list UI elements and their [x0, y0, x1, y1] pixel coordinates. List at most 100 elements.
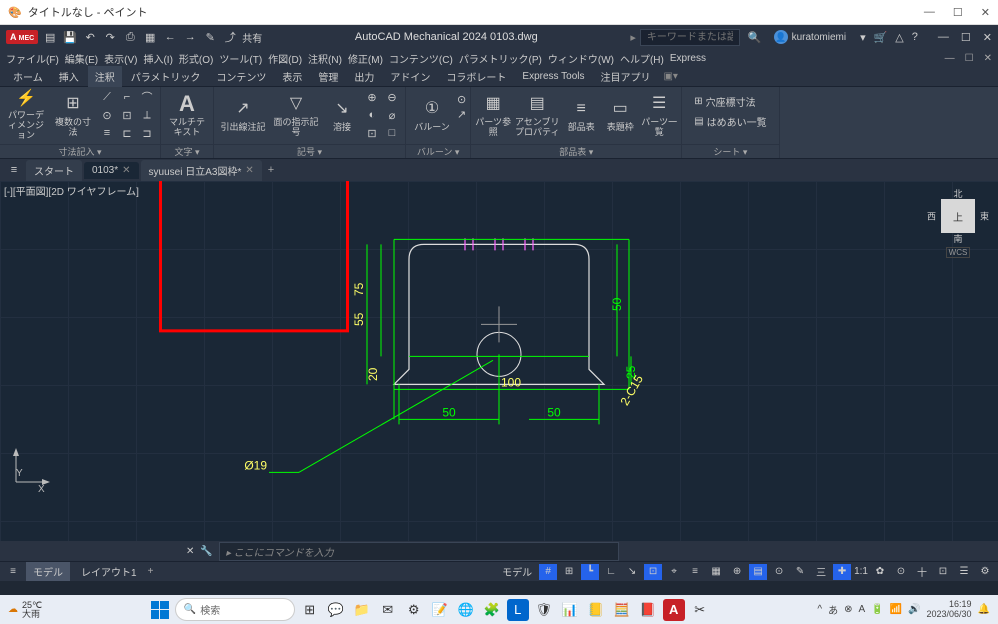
menu-draw[interactable]: 作図(D): [268, 51, 302, 66]
menu-edit[interactable]: 編集(E): [65, 51, 98, 66]
print-icon[interactable]: ⎙: [122, 29, 138, 45]
status-dyn-icon[interactable]: ⊙: [770, 564, 788, 580]
dim-icon-9[interactable]: ⊐: [138, 125, 156, 141]
status-iso-icon[interactable]: ↘: [623, 564, 641, 580]
ribbon-tab-addins[interactable]: アドイン: [383, 66, 437, 87]
power-dimension-button[interactable]: ⚡パワーディメンジョン: [4, 89, 48, 141]
dim-icon-6[interactable]: ⟂: [138, 107, 156, 123]
snip-icon[interactable]: ✂: [689, 599, 711, 621]
acad-minimize-button[interactable]: —: [938, 31, 949, 44]
close-tab-icon[interactable]: ✕: [245, 165, 253, 176]
ribbon-tab-featured[interactable]: 注目アプリ: [593, 66, 657, 87]
start-button[interactable]: [149, 599, 171, 621]
dim-icon-1[interactable]: ⟋: [98, 89, 116, 105]
status-3dosnap-icon[interactable]: ▤: [749, 564, 767, 580]
balloon-icon-1[interactable]: ⊙: [457, 93, 466, 106]
panel-dimensions-label[interactable]: 寸法記入 ▾: [0, 144, 160, 158]
status-lwt-icon[interactable]: ≡: [686, 564, 704, 580]
autocad-taskbar-icon[interactable]: A: [663, 599, 685, 621]
menu-tools[interactable]: ツール(T): [219, 51, 262, 66]
qat-icon-5[interactable]: ▦: [142, 29, 158, 45]
menu-view[interactable]: 表示(V): [104, 51, 137, 66]
dim-icon-4[interactable]: ⊙: [98, 107, 116, 123]
cmdline-handle-icon[interactable]: 🔧: [200, 546, 212, 557]
sym-icon-4[interactable]: ⌀: [383, 107, 401, 123]
undo-icon[interactable]: ↶: [82, 29, 98, 45]
warning-icon[interactable]: △: [895, 31, 903, 44]
layout-menu-icon[interactable]: ≡: [4, 566, 22, 577]
menu-parametric[interactable]: パラメトリック(P): [459, 51, 542, 66]
status-custom-icon[interactable]: ☰: [955, 564, 973, 580]
menu-file[interactable]: ファイル(F): [6, 51, 59, 66]
save-icon[interactable]: 💾: [62, 29, 78, 45]
viewcube[interactable]: 上 北 南 東 西 WCS: [928, 189, 988, 269]
user-account[interactable]: 👤 kuratomiemi: [774, 30, 846, 44]
doc-maximize-button[interactable]: ☐: [965, 53, 974, 64]
doc-close-button[interactable]: ✕: [984, 53, 992, 64]
volume-icon[interactable]: 🔊: [908, 604, 920, 615]
menu-annotate[interactable]: 注釈(N): [308, 51, 342, 66]
calc-icon[interactable]: 🧮: [611, 599, 633, 621]
paint-minimize-button[interactable]: —: [924, 6, 935, 19]
sym-icon-6[interactable]: □: [383, 125, 401, 141]
ribbon-tab-collaborate[interactable]: コラボレート: [439, 66, 513, 87]
status-annoscale-icon[interactable]: ✚: [833, 564, 851, 580]
dropdown-icon[interactable]: ▾: [860, 31, 866, 44]
file-tab-start[interactable]: スタート: [26, 160, 82, 181]
app-icon-7[interactable]: 🧩: [481, 599, 503, 621]
menu-insert[interactable]: 挿入(I): [143, 51, 172, 66]
status-transparency-icon[interactable]: ▦: [707, 564, 725, 580]
qat-icon-6[interactable]: ←: [162, 29, 178, 45]
help-icon[interactable]: ?: [912, 31, 918, 44]
ribbon-tab-home[interactable]: ホーム: [6, 66, 50, 87]
drawing-canvas[interactable]: [-][平面図][2D ワイヤフレーム] 上 北 南 東 西 WCS Y X ②: [0, 181, 998, 541]
menu-help[interactable]: ヘルプ(H): [620, 51, 664, 66]
status-snap-icon[interactable]: ⊞: [560, 564, 578, 580]
redo-icon[interactable]: ↷: [102, 29, 118, 45]
multiple-dimension-button[interactable]: ⊞複数の寸法: [51, 89, 95, 141]
edge-icon[interactable]: 🌐: [455, 599, 477, 621]
status-cycling-icon[interactable]: ⊕: [728, 564, 746, 580]
status-box-icon[interactable]: ⊡: [934, 564, 952, 580]
ribbon-tab-manage[interactable]: 管理: [311, 66, 345, 87]
ribbon-tab-insert[interactable]: 挿入: [52, 66, 86, 87]
ribbon-tab-parametric[interactable]: パラメトリック: [124, 66, 208, 87]
fits-list-button[interactable]: ▤はめあい一覧: [690, 113, 770, 130]
menu-express[interactable]: Express: [670, 53, 706, 64]
dim-icon-7[interactable]: ≡: [98, 125, 116, 141]
qat-menu-icon[interactable]: ▤: [42, 29, 58, 45]
chat-icon[interactable]: 💬: [325, 599, 347, 621]
ribbon-tab-output[interactable]: 出力: [347, 66, 381, 87]
qat-icon-8[interactable]: ✎: [202, 29, 218, 45]
menu-modify[interactable]: 修正(M): [348, 51, 383, 66]
status-workspace-icon[interactable]: 三: [812, 564, 830, 580]
status-settings-icon[interactable]: ⚙: [976, 564, 994, 580]
mail-icon[interactable]: ✉: [377, 599, 399, 621]
sym-icon-5[interactable]: ⊡: [363, 125, 381, 141]
dim-icon-8[interactable]: ⊏: [118, 125, 136, 141]
status-scale[interactable]: 1:1: [854, 564, 868, 580]
wcs-label[interactable]: WCS: [946, 247, 970, 258]
app-icon-10[interactable]: 📊: [559, 599, 581, 621]
acad-maximize-button[interactable]: ☐: [961, 31, 971, 44]
panel-balloon-label[interactable]: バルーン ▾: [406, 144, 470, 158]
status-plus-icon[interactable]: 十: [913, 564, 931, 580]
file-tab-syuusei[interactable]: syuusei 日立A3図枠*✕: [141, 160, 262, 181]
status-grid-icon[interactable]: #: [539, 564, 557, 580]
add-layout-button[interactable]: +: [148, 566, 154, 577]
dim-icon-5[interactable]: ⊡: [118, 107, 136, 123]
dim-icon-3[interactable]: ⌒: [138, 89, 156, 105]
app-icon-11[interactable]: 📒: [585, 599, 607, 621]
part-reference-button[interactable]: ▦パーツ参照: [475, 89, 511, 141]
dim-icon-2[interactable]: ⌐: [118, 89, 136, 105]
parts-list-button[interactable]: ☰パーツ一覧: [641, 89, 677, 141]
file-tabs-menu-icon[interactable]: ≡: [4, 164, 24, 176]
paint-maximize-button[interactable]: ☐: [953, 6, 963, 19]
balloon-button[interactable]: ①バルーン: [410, 89, 454, 141]
ribbon-tab-express[interactable]: Express Tools: [515, 68, 591, 85]
sym-icon-3[interactable]: ◐: [363, 107, 381, 123]
explorer-icon[interactable]: 📁: [351, 599, 373, 621]
menu-window[interactable]: ウィンドウ(W): [548, 51, 614, 66]
menu-format[interactable]: 形式(O): [179, 51, 213, 66]
wifi-icon[interactable]: 📶: [890, 604, 902, 615]
